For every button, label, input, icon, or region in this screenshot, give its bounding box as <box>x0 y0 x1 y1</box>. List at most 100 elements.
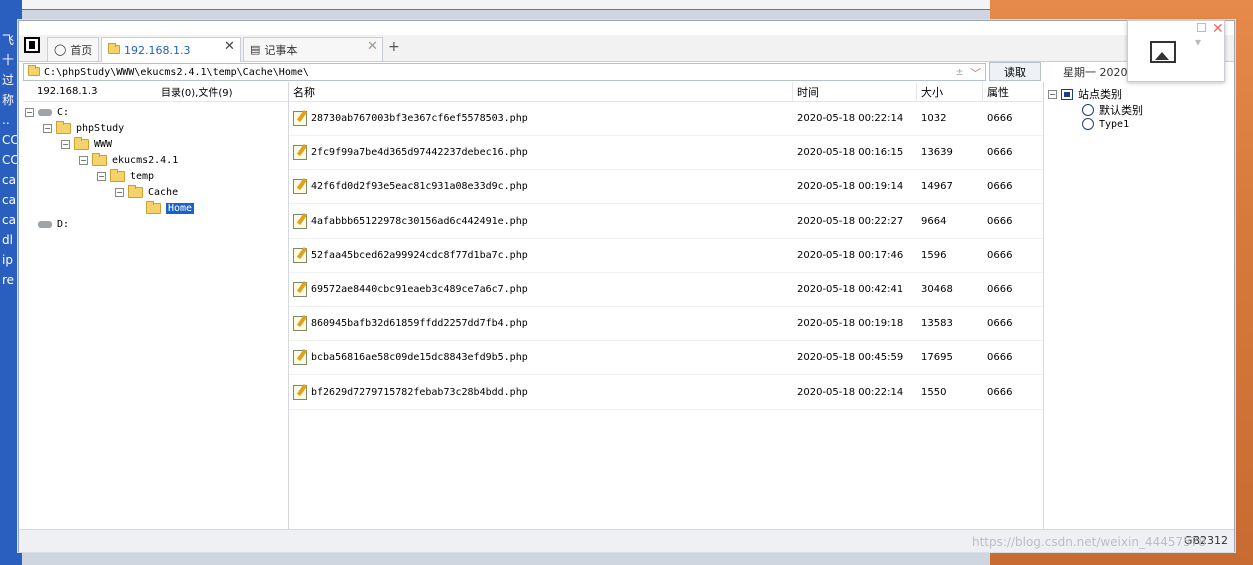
tree-node-label: ekucms2.4.1 <box>112 154 179 166</box>
file-size: 13639 <box>921 147 953 159</box>
file-name: 42f6fd0d2f93e5eac81c931a08e33d9c.php <box>311 181 528 193</box>
directory-panel: 192.168.1.3 目录(0),文件(9) − C: − phpStudy … <box>23 82 289 529</box>
tab-close-icon[interactable]: ✕ <box>224 39 235 54</box>
file-size: 30468 <box>921 284 953 295</box>
minimize-icon[interactable]: ▾ <box>1195 35 1201 49</box>
tab-file-manager[interactable]: 192.168.1.3 <box>101 37 241 62</box>
column-time[interactable]: 时间 <box>793 81 917 102</box>
file-size: 17695 <box>921 352 953 364</box>
file-name: bcba56816ae58c09de15dc8843efd9b5.php <box>311 352 528 364</box>
file-row[interactable]: 2fc9f99a7be4d365d97442237debec16.php 2020… <box>289 136 1043 171</box>
tree-node-label: WWW <box>94 138 113 150</box>
file-attr: 0666 <box>987 284 1013 295</box>
file-time: 2020-05-18 00:22:14 <box>797 386 904 398</box>
app-logo-icon <box>24 37 40 53</box>
chevron-down-icon[interactable]: ﹀ <box>970 65 981 81</box>
category-root-label: 站点类别 <box>1078 88 1122 101</box>
file-time: 2020-05-18 00:16:15 <box>797 147 904 159</box>
file-row[interactable]: 52faa45bced62a99924cdc8f77d1ba7c.php 2020… <box>289 239 1043 273</box>
file-attr: 0666 <box>987 352 1013 364</box>
file-size: 9664 <box>921 215 947 227</box>
tree-node-ekucms[interactable]: − ekucms2.4.1 <box>79 152 178 168</box>
close-icon[interactable]: ✕ <box>1212 21 1224 37</box>
tree-node-cache[interactable]: − Cache <box>115 184 178 200</box>
file-row[interactable]: 69572ae8440cbc91eaeb3c489ce7a6c7.php 2020… <box>289 273 1043 307</box>
tab-file-manager-label: 192.168.1.3 <box>124 43 191 57</box>
tree-node-temp[interactable]: − temp <box>97 168 154 184</box>
collapse-icon[interactable]: − <box>43 123 52 133</box>
maximize-icon[interactable] <box>1197 23 1206 32</box>
column-attr[interactable]: 属性 <box>983 82 1043 102</box>
file-row[interactable]: 42f6fd0d2f93e5eac81c931a08e33d9c.php 2020… <box>289 170 1043 205</box>
tree-node-label: Cache <box>148 186 179 198</box>
collapse-icon[interactable]: − <box>97 171 106 181</box>
folder-icon <box>146 200 161 214</box>
php-file-icon <box>293 145 307 161</box>
file-attr: 0666 <box>987 215 1013 227</box>
php-file-icon <box>293 111 307 126</box>
file-name-cell: bf2629d7279715782febab73c28b4bdd.php <box>289 384 793 400</box>
tree-node-home[interactable]: Home <box>146 200 195 216</box>
file-attr: 0666 <box>987 386 1013 398</box>
tab-close-icon[interactable]: ✕ <box>367 39 378 54</box>
file-row[interactable]: 28730ab767003bf3e367cf6ef5578503.php 2020… <box>289 102 1043 136</box>
category-item[interactable]: Type1 <box>1082 118 1129 130</box>
drive-icon <box>38 108 52 116</box>
file-name: 52faa45bced62a99924cdc8f77d1ba7c.php <box>311 249 528 261</box>
tree-node-drive-c[interactable]: − C: <box>25 104 69 120</box>
tab-notepad-label: 记事本 <box>264 43 298 57</box>
tree-node-phpstudy[interactable]: − phpStudy <box>43 120 124 136</box>
php-file-icon <box>293 384 307 400</box>
file-name: 2fc9f99a7be4d365d97442237debec16.php <box>311 147 528 159</box>
path-input[interactable]: C:\phpStudy\WWW\ekucms2.4.1\temp\Cache\H… <box>23 63 986 81</box>
directory-panel-header: 192.168.1.3 目录(0),文件(9) <box>23 82 288 102</box>
category-root[interactable]: − 站点类别 <box>1048 86 1122 102</box>
php-file-icon <box>293 350 307 366</box>
file-name-cell: 69572ae8440cbc91eaeb3c489ce7a6c7.php <box>289 282 793 297</box>
file-name-cell: bcba56816ae58c09de15dc8843efd9b5.php <box>289 350 793 366</box>
category-item-label: Type1 <box>1099 118 1130 130</box>
collapse-icon[interactable]: ± <box>956 65 963 78</box>
file-name-cell: 42f6fd0d2f93e5eac81c931a08e33d9c.php <box>289 179 793 195</box>
file-row[interactable]: bf2629d7279715782febab73c28b4bdd.php 2020… <box>289 376 1043 410</box>
file-list: 名称 时间 大小 属性 28730ab767003bf3e367cf6ef557… <box>289 81 1043 529</box>
tab-home[interactable]: ◯ 首页 <box>47 37 99 61</box>
tab-notepad[interactable]: ▤ 记事本 <box>243 37 383 61</box>
file-row[interactable]: bcba56816ae58c09de15dc8843efd9b5.php 2020… <box>289 341 1043 376</box>
read-button[interactable]: 读取 <box>989 62 1041 81</box>
add-tab-icon[interactable]: + <box>388 39 400 55</box>
image-overlay-widget: ▾ ✕ <box>1127 20 1225 82</box>
file-name: 860945bafb32d61859ffdd2257dd7fb4.php <box>311 318 528 330</box>
collapse-icon[interactable]: − <box>25 107 34 117</box>
php-file-icon <box>293 179 307 195</box>
collapse-icon[interactable]: − <box>61 139 70 149</box>
collapse-icon[interactable]: − <box>115 187 124 197</box>
site-icon <box>1061 88 1073 100</box>
globe-icon: ◯ <box>54 43 67 56</box>
file-name-cell: 860945bafb32d61859ffdd2257dd7fb4.php <box>289 316 793 332</box>
php-file-icon <box>293 282 307 297</box>
tree-node-label: phpStudy <box>76 122 125 134</box>
category-item[interactable]: 默认类别 <box>1082 102 1143 118</box>
tree-node-label: temp <box>130 170 155 182</box>
column-name[interactable]: 名称 <box>289 81 793 102</box>
file-name-cell: 52faa45bced62a99924cdc8f77d1ba7c.php <box>289 247 793 263</box>
file-time: 2020-05-18 00:19:18 <box>797 318 904 330</box>
tab-bar: ◯ 首页 192.168.1.3 ✕ ▤ 记事本 ✕ + <box>19 35 1234 62</box>
file-size: 1550 <box>921 386 947 398</box>
file-name: 28730ab767003bf3e367cf6ef5578503.php <box>311 113 528 124</box>
tree-node-www[interactable]: − WWW <box>61 136 112 152</box>
folder-icon <box>110 168 125 182</box>
file-name-cell: 28730ab767003bf3e367cf6ef5578503.php <box>289 111 793 126</box>
site-category-panel: − 站点类别 默认类别 Type1 <box>1043 82 1234 529</box>
image-icon[interactable] <box>1150 41 1176 63</box>
file-attr: 0666 <box>987 113 1013 124</box>
file-row[interactable]: 4afabbb65122978c30156ad6c442491e.php 2020… <box>289 205 1043 239</box>
folder-icon <box>108 42 120 57</box>
column-size[interactable]: 大小 <box>917 81 983 102</box>
category-icon <box>1082 104 1094 116</box>
collapse-icon[interactable]: − <box>79 155 88 165</box>
tree-node-drive-d[interactable]: D: <box>38 216 69 232</box>
collapse-icon[interactable]: − <box>1048 89 1057 99</box>
file-row[interactable]: 860945bafb32d61859ffdd2257dd7fb4.php 2020… <box>289 307 1043 342</box>
